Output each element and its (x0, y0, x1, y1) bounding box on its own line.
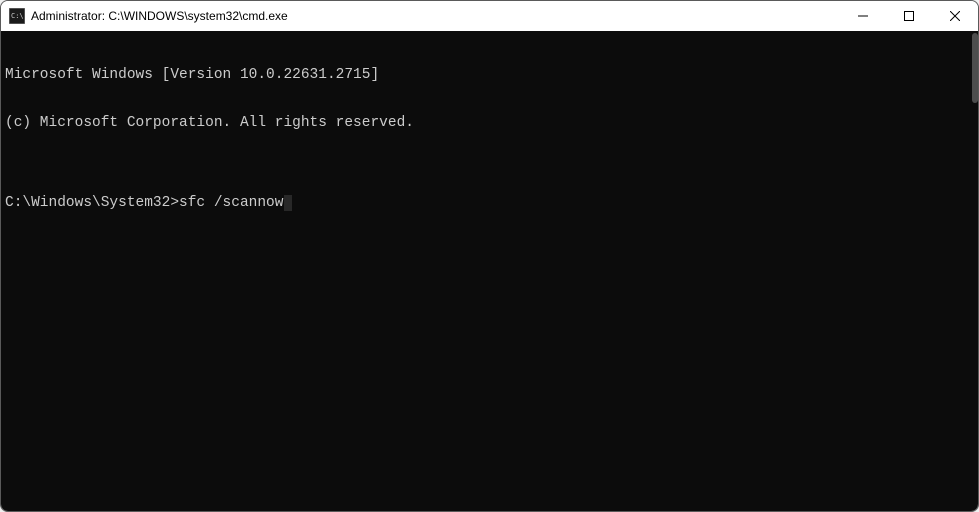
terminal-command: sfc /scannow (179, 195, 283, 211)
titlebar[interactable]: C:\ Administrator: C:\WINDOWS\system32\c… (1, 1, 978, 31)
window-controls (840, 1, 978, 31)
terminal-output-line: Microsoft Windows [Version 10.0.22631.27… (5, 67, 978, 83)
window-title: Administrator: C:\WINDOWS\system32\cmd.e… (31, 9, 840, 23)
terminal-prompt-line: C:\Windows\System32>sfc /scannow (5, 195, 978, 211)
close-button[interactable] (932, 1, 978, 31)
maximize-button[interactable] (886, 1, 932, 31)
scrollbar-thumb[interactable] (972, 33, 978, 103)
cmd-icon: C:\ (9, 8, 25, 24)
minimize-button[interactable] (840, 1, 886, 31)
terminal-prompt: C:\Windows\System32> (5, 195, 179, 211)
terminal-area[interactable]: Microsoft Windows [Version 10.0.22631.27… (1, 31, 978, 511)
terminal-cursor (284, 195, 292, 211)
cmd-window: C:\ Administrator: C:\WINDOWS\system32\c… (0, 0, 979, 512)
terminal-output-line: (c) Microsoft Corporation. All rights re… (5, 115, 978, 131)
svg-text:C:\: C:\ (11, 12, 24, 20)
